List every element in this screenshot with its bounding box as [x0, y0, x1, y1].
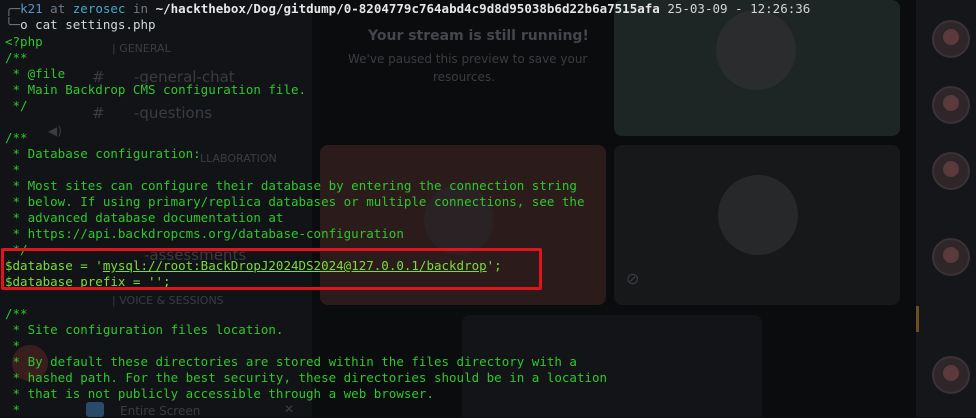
code-line: *: [5, 402, 21, 417]
prompt-corner: ╭─: [5, 1, 21, 16]
code-line: * Main Backdrop CMS configuration file.: [5, 82, 307, 97]
prompt-at: at: [50, 1, 66, 16]
code-line: /**: [5, 130, 28, 145]
code-line: * that is not publicly accessible throug…: [5, 386, 434, 401]
code-line: * advanced database documentation at: [5, 210, 284, 225]
code-line: *: [5, 338, 21, 353]
code-line: * https://api.backdropcms.org/database-c…: [5, 226, 404, 241]
code-line: * @file: [5, 66, 66, 81]
code-line: *: [5, 162, 21, 177]
code-line: * Most sites can configure their databas…: [5, 178, 577, 193]
prompt-path: ~/hackthebox/Dog/gitdump/0-8204779c764ab…: [155, 1, 660, 16]
code-line: * By default these directories are store…: [5, 354, 577, 369]
code-line: /**: [5, 306, 28, 321]
code-line: * hashed path. For the best security, th…: [5, 370, 608, 385]
prompt-user: k21: [20, 1, 43, 16]
credentials-highlight-box: [1, 248, 542, 290]
code-line: /**: [5, 50, 28, 65]
command-text: o cat settings.php: [20, 17, 156, 32]
prompt-line: ╭─k21 at zerosec in ~/hackthebox/Dog/git…: [5, 1, 810, 17]
prompt-corner-bottom: ╰─: [5, 17, 21, 32]
prompt-host: zerosec: [72, 1, 126, 16]
code-line: * Site configuration files location.: [5, 322, 284, 337]
code-line: * Database configuration:: [5, 146, 201, 161]
command-line: ╰─o cat settings.php: [5, 17, 156, 33]
code-line: * below. If using primary/replica databa…: [5, 194, 585, 209]
code-line: */: [5, 98, 28, 113]
code-line: <?php: [5, 34, 43, 49]
prompt-in: in: [132, 1, 149, 16]
prompt-timestamp: 25-03-09 - 12:26:36: [667, 1, 811, 16]
terminal-output[interactable]: ╭─k21 at zerosec in ~/hackthebox/Dog/git…: [0, 0, 976, 417]
